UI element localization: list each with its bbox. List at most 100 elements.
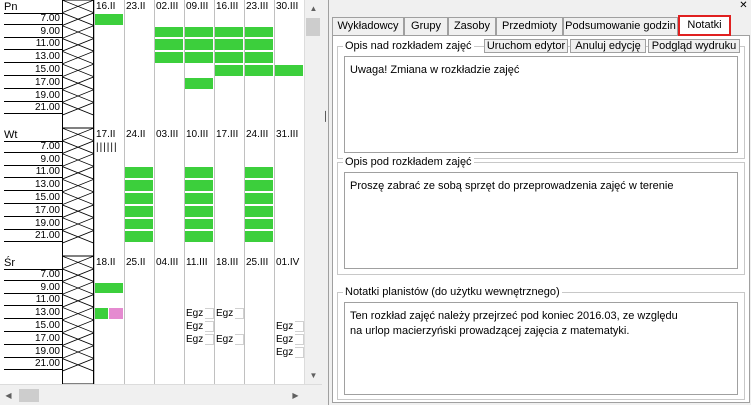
hscroll-thumb[interactable] — [19, 389, 39, 402]
scheduled-class-cell[interactable] — [185, 231, 213, 243]
exam-label[interactable]: Egz — [186, 321, 203, 332]
column-date: 17.III — [216, 129, 239, 140]
scheduled-class-cell[interactable] — [245, 193, 273, 204]
scheduled-class-cell[interactable] — [155, 26, 183, 38]
scheduled-class-cell[interactable] — [185, 205, 213, 217]
exam-label[interactable]: Egz — [216, 308, 233, 319]
exam-label[interactable]: Egz — [276, 334, 293, 345]
exam-label[interactable]: Egz — [276, 347, 293, 358]
time-slot-label: 7.00 — [4, 141, 62, 153]
grid-line-vertical — [154, 0, 155, 128]
exam-box — [205, 308, 214, 320]
exam-box — [295, 346, 304, 358]
scheduled-class-cell[interactable] — [245, 52, 273, 63]
time-slot-label: 17.00 — [4, 77, 62, 89]
planners-notes-text[interactable]: Ten rozkład zajęć należy przejrzeć pod k… — [344, 302, 738, 395]
scroll-down-icon[interactable]: ▼ — [305, 367, 322, 384]
column-date: 18.III — [216, 257, 239, 268]
blocked-column-icon — [62, 128, 94, 256]
scheduled-class-cell[interactable] — [125, 218, 153, 230]
launch-editor-button[interactable]: Uruchom edytor — [484, 39, 568, 53]
tab-notes[interactable]: Notatki — [678, 15, 731, 36]
column-date: 24.II — [126, 129, 146, 140]
tab-subjects[interactable]: Przedmioty — [496, 17, 563, 35]
tab-resources[interactable]: Zasoby — [448, 17, 496, 35]
scheduled-class-cell[interactable] — [245, 218, 273, 230]
tab-hours-summary[interactable]: Podsumowanie godzin — [563, 17, 678, 35]
schedule-pane[interactable]: Pn 16.II 23.II 02.III 09.III 16.III 23.III 30.I… — [0, 0, 322, 405]
scheduled-class-cell[interactable] — [275, 65, 303, 76]
column-date: 11.III — [186, 257, 208, 268]
scheduled-class-cell[interactable] — [185, 193, 213, 204]
scroll-right-icon[interactable]: ▶ — [287, 387, 304, 404]
day-label: Pn — [4, 1, 18, 13]
scheduled-class-cell[interactable] — [125, 180, 153, 191]
time-slot-label: 19.00 — [4, 90, 62, 102]
scroll-thumb[interactable] — [306, 18, 320, 36]
scheduled-class-cell[interactable] — [185, 77, 213, 89]
cancel-edit-button[interactable]: Anuluj edycję — [570, 39, 646, 53]
exam-box — [235, 308, 244, 320]
scheduled-class-cell[interactable] — [185, 26, 213, 38]
scheduled-class-cell[interactable] — [245, 167, 273, 179]
scheduled-class-cell[interactable] — [245, 39, 273, 51]
grid-line-vertical — [124, 256, 125, 384]
scheduled-class-cell[interactable] — [215, 26, 243, 38]
column-date: 10.III — [186, 129, 209, 140]
notes-below-group: Opis pod rozkładem zajęć Proszę zabrać z… — [337, 156, 745, 275]
scheduled-class-cell[interactable] — [185, 167, 213, 179]
day-label: Śr — [4, 257, 15, 269]
scheduled-class-cell[interactable] — [125, 167, 153, 179]
grid-line-vertical — [154, 128, 155, 256]
scheduled-class-cell[interactable] — [245, 231, 273, 243]
partial-slot-marks: |||||| — [96, 141, 118, 153]
grid-line-vertical — [274, 0, 275, 128]
scheduled-class-cell[interactable] — [185, 218, 213, 230]
grid-line-vertical — [214, 0, 215, 128]
print-preview-button[interactable]: Podgląd wydruku — [648, 39, 740, 53]
scheduled-class-cell[interactable] — [95, 308, 108, 319]
column-date: 24.III — [246, 129, 269, 140]
scheduled-class-cell[interactable] — [95, 282, 123, 294]
scheduled-class-cell[interactable] — [185, 39, 213, 51]
tab-lecturers[interactable]: Wykładowcy — [332, 17, 404, 35]
scroll-left-icon[interactable]: ◀ — [0, 387, 17, 404]
notes-above-text[interactable]: Uwaga! Zmiana w rozkładzie zajęć — [344, 56, 738, 153]
scheduled-class-cell[interactable] — [215, 39, 243, 51]
exam-label[interactable]: Egz — [186, 308, 203, 319]
exam-label[interactable]: Egz — [276, 321, 293, 332]
scheduled-class-cell[interactable] — [185, 52, 213, 63]
column-date: 30.III — [276, 1, 299, 12]
scroll-up-icon[interactable]: ▲ — [305, 0, 322, 17]
grid-line-vertical — [184, 256, 185, 384]
scheduled-class-cell[interactable] — [125, 231, 153, 243]
scheduled-class-cell[interactable] — [245, 26, 273, 38]
close-icon[interactable]: ✕ — [738, 1, 749, 12]
grid-line-vertical — [214, 128, 215, 256]
scheduled-class-cell[interactable] — [245, 65, 273, 76]
scheduled-class-cell[interactable] — [95, 13, 123, 25]
exam-label[interactable]: Egz — [186, 334, 203, 345]
column-date: 25.III — [246, 257, 269, 268]
scheduled-class-cell[interactable] — [245, 205, 273, 217]
exam-label[interactable]: Egz — [216, 334, 233, 345]
scheduled-class-cell[interactable] — [155, 39, 183, 51]
scheduled-class-cell[interactable] — [215, 65, 243, 76]
tab-groups[interactable]: Grupy — [404, 17, 448, 35]
scheduled-class-cell[interactable] — [245, 180, 273, 191]
exam-box — [205, 321, 214, 332]
vertical-scrollbar[interactable]: ▲ ▼ — [304, 0, 322, 384]
time-slot-label: 9.00 — [4, 282, 62, 294]
column-date: 09.III — [186, 1, 209, 12]
scheduled-class-cell[interactable] — [215, 52, 243, 63]
scheduled-class-cell[interactable] — [125, 193, 153, 204]
notes-below-text[interactable]: Proszę zabrać ze sobą sprzęt do przeprow… — [344, 172, 738, 269]
scheduled-class-cell[interactable] — [155, 52, 183, 63]
conflict-class-cell[interactable] — [109, 308, 123, 319]
scheduled-class-cell[interactable] — [125, 205, 153, 217]
grid-line-vertical — [94, 128, 95, 256]
details-pane: ✕ Opis nad rozkładem zajęć Uruchom edyto… — [328, 0, 751, 405]
scheduled-class-cell[interactable] — [185, 180, 213, 191]
horizontal-scrollbar[interactable]: ◀ ▶ — [0, 384, 322, 405]
time-slot-label: 7.00 — [4, 269, 62, 281]
